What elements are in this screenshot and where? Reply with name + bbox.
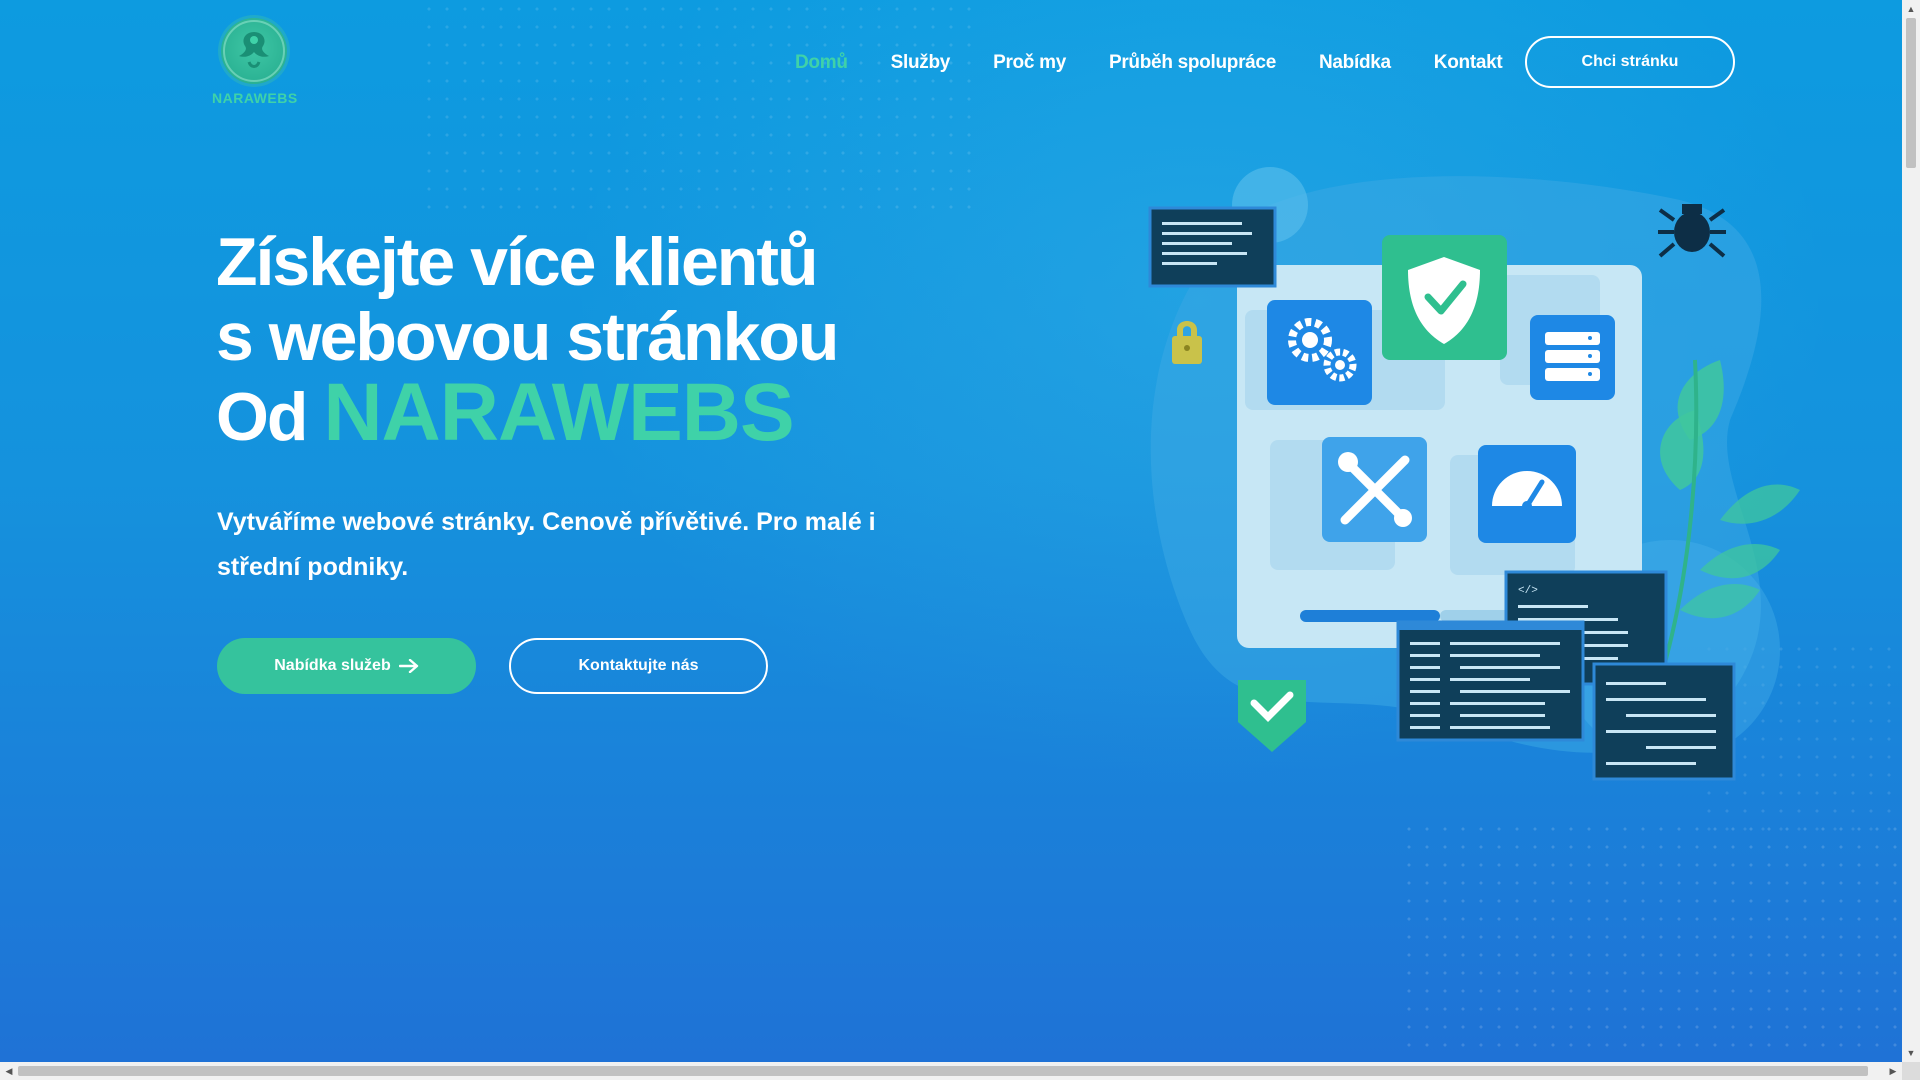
- scroll-right-icon[interactable]: ▶: [1884, 1062, 1902, 1080]
- shield-check-icon: [1382, 235, 1507, 360]
- hero-subtitle: Vytváříme webové stránky. Cenově přívěti…: [217, 508, 876, 581]
- code-window-icon: [1148, 206, 1277, 288]
- hero-title-line-3-prefix: Od: [216, 379, 308, 455]
- nav-item-offer[interactable]: Nabídka: [1319, 52, 1391, 74]
- want-website-button[interactable]: Chci stránku: [1525, 36, 1735, 88]
- nav-item-why-us[interactable]: Proč my: [993, 52, 1066, 74]
- server-icon: [1530, 315, 1615, 400]
- hero-title: Získejte více klientů s webovou stránkou…: [216, 224, 839, 458]
- arrow-right-icon: [398, 659, 418, 673]
- dot-pattern: [1400, 820, 1900, 1060]
- scroll-down-icon[interactable]: ▼: [1902, 1044, 1920, 1062]
- hero-title-line-2: s webovou stránkou: [216, 299, 839, 375]
- nav-item-home[interactable]: Domů: [795, 52, 848, 74]
- contact-us-button[interactable]: Kontaktujte nás: [509, 638, 768, 694]
- horizontal-scrollbar-thumb[interactable]: [18, 1066, 1868, 1076]
- logo-emblem-icon: [221, 18, 287, 84]
- gears-icon: [1267, 300, 1372, 405]
- horizontal-scrollbar[interactable]: ◀ ▶: [0, 1062, 1902, 1080]
- speedometer-icon: [1478, 445, 1576, 543]
- nav-item-process[interactable]: Průběh spolupráce: [1109, 52, 1276, 74]
- services-offer-button-label: Nabídka služeb: [274, 657, 391, 674]
- tools-icon: [1322, 437, 1427, 542]
- scroll-left-icon[interactable]: ◀: [0, 1062, 18, 1080]
- vertical-scrollbar[interactable]: ▲ ▼: [1902, 0, 1920, 1062]
- code-window-icon: [1396, 620, 1585, 742]
- hero-title-brand: NARAWEBS: [323, 367, 794, 458]
- site-logo[interactable]: NARAWEBS: [212, 18, 298, 106]
- services-offer-button[interactable]: Nabídka služeb: [217, 638, 476, 694]
- scroll-up-icon[interactable]: ▲: [1902, 0, 1920, 18]
- nav-item-contact[interactable]: Kontakt: [1434, 52, 1503, 74]
- main-nav: Domů Služby Proč my Průběh spolupráce Na…: [795, 52, 1545, 74]
- nav-item-services[interactable]: Služby: [891, 52, 951, 74]
- logo-text: NARAWEBS: [212, 90, 298, 106]
- dot-pattern: [420, 0, 980, 210]
- code-window-icon: [1592, 662, 1736, 781]
- hero-illustration: </>: [1148, 167, 1800, 781]
- svg-text:</>: </>: [1518, 585, 1538, 597]
- scrollbar-corner: [1902, 1062, 1920, 1080]
- shield-check-icon: [1238, 680, 1306, 752]
- vertical-scrollbar-thumb[interactable]: [1906, 18, 1916, 168]
- page: NARAWEBS Domů Služby Proč my Průběh spol…: [0, 0, 1902, 1062]
- hero-title-line-1: Získejte více klientů: [216, 224, 819, 300]
